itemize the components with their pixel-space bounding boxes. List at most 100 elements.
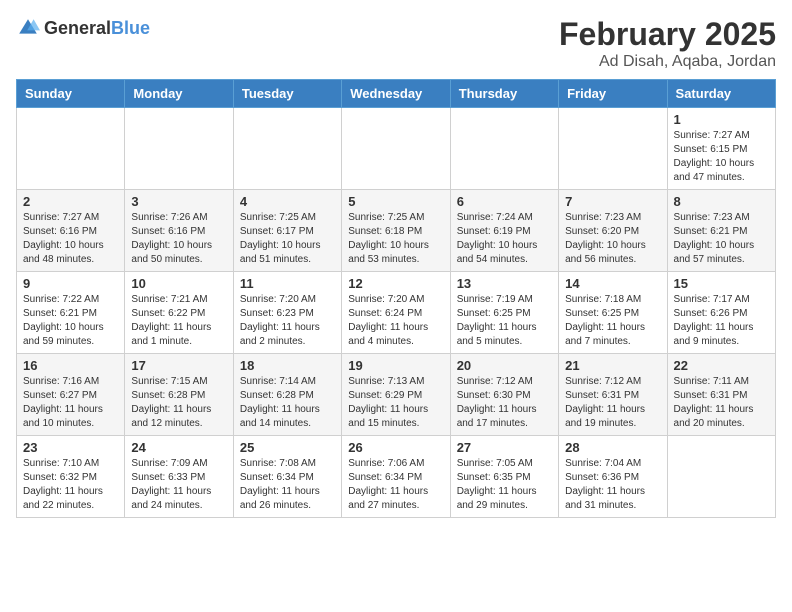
logo-icon: [16, 16, 40, 40]
day-info: Sunrise: 7:13 AM Sunset: 6:29 PM Dayligh…: [348, 375, 443, 431]
calendar-cell: [450, 108, 558, 190]
week-row-3: 9 Sunrise: 7:22 AM Sunset: 6:21 PM Daylig…: [17, 272, 776, 354]
day-info: Sunrise: 7:11 AM Sunset: 6:31 PM Dayligh…: [674, 375, 769, 431]
day-info: Sunrise: 7:14 AM Sunset: 6:28 PM Dayligh…: [240, 375, 335, 431]
calendar-cell: [667, 436, 775, 518]
day-number: 14: [565, 276, 660, 291]
calendar-cell: 7 Sunrise: 7:23 AM Sunset: 6:20 PM Daylig…: [559, 190, 667, 272]
day-number: 5: [348, 194, 443, 209]
day-info: Sunrise: 7:20 AM Sunset: 6:23 PM Dayligh…: [240, 293, 335, 349]
day-info: Sunrise: 7:24 AM Sunset: 6:19 PM Dayligh…: [457, 211, 552, 267]
day-info: Sunrise: 7:16 AM Sunset: 6:27 PM Dayligh…: [23, 375, 118, 431]
calendar-cell: 21Sunrise: 7:12 AM Sunset: 6:31 PM Dayli…: [559, 354, 667, 436]
calendar-cell: 24 Sunrise: 7:09 AM Sunset: 6:33 PM Dayli…: [125, 436, 233, 518]
day-info: Sunrise: 7:10 AM Sunset: 6:32 PM Dayligh…: [23, 457, 118, 513]
day-info: Sunrise: 7:08 AM Sunset: 6:34 PM Dayligh…: [240, 457, 335, 513]
day-info: Sunrise: 7:21 AM Sunset: 6:22 PM Dayligh…: [131, 293, 226, 349]
weekday-header-tuesday: Tuesday: [233, 80, 341, 108]
logo: GeneralBlue: [16, 16, 150, 40]
logo-blue: Blue: [111, 18, 150, 38]
location-title: Ad Disah, Aqaba, Jordan: [559, 53, 776, 71]
day-number: 16: [23, 358, 118, 373]
calendar-cell: 28 Sunrise: 7:04 AM Sunset: 6:36 PM Dayli…: [559, 436, 667, 518]
day-number: 28: [565, 440, 660, 455]
calendar-cell: 12 Sunrise: 7:20 AM Sunset: 6:24 PM Dayli…: [342, 272, 450, 354]
calendar-cell: 5 Sunrise: 7:25 AM Sunset: 6:18 PM Daylig…: [342, 190, 450, 272]
day-number: 15: [674, 276, 769, 291]
day-number: 1: [674, 112, 769, 127]
weekday-header-monday: Monday: [125, 80, 233, 108]
page-header: GeneralBlue February 2025 Ad Disah, Aqab…: [16, 16, 776, 71]
day-info: Sunrise: 7:12 AM Sunset: 6:31 PM Dayligh…: [565, 375, 660, 431]
day-number: 2: [23, 194, 118, 209]
day-number: 6: [457, 194, 552, 209]
calendar-cell: 20Sunrise: 7:12 AM Sunset: 6:30 PM Dayli…: [450, 354, 558, 436]
calendar-cell: 11 Sunrise: 7:20 AM Sunset: 6:23 PM Dayli…: [233, 272, 341, 354]
logo-general: General: [44, 18, 111, 38]
calendar-cell: 1Sunrise: 7:27 AM Sunset: 6:15 PM Daylig…: [667, 108, 775, 190]
calendar-cell: 16 Sunrise: 7:16 AM Sunset: 6:27 PM Dayli…: [17, 354, 125, 436]
week-row-5: 23Sunrise: 7:10 AM Sunset: 6:32 PM Dayli…: [17, 436, 776, 518]
weekday-header-thursday: Thursday: [450, 80, 558, 108]
weekday-header-sunday: Sunday: [17, 80, 125, 108]
calendar-cell: [233, 108, 341, 190]
calendar-cell: 19 Sunrise: 7:13 AM Sunset: 6:29 PM Dayli…: [342, 354, 450, 436]
calendar-cell: [342, 108, 450, 190]
calendar-cell: [125, 108, 233, 190]
day-info: Sunrise: 7:17 AM Sunset: 6:26 PM Dayligh…: [674, 293, 769, 349]
day-info: Sunrise: 7:06 AM Sunset: 6:34 PM Dayligh…: [348, 457, 443, 513]
calendar-cell: 2 Sunrise: 7:27 AM Sunset: 6:16 PM Daylig…: [17, 190, 125, 272]
day-number: 3: [131, 194, 226, 209]
calendar-table: SundayMondayTuesdayWednesdayThursdayFrid…: [16, 79, 776, 518]
day-info: Sunrise: 7:12 AM Sunset: 6:30 PM Dayligh…: [457, 375, 552, 431]
day-info: Sunrise: 7:23 AM Sunset: 6:21 PM Dayligh…: [674, 211, 769, 267]
day-info: Sunrise: 7:05 AM Sunset: 6:35 PM Dayligh…: [457, 457, 552, 513]
day-info: Sunrise: 7:25 AM Sunset: 6:18 PM Dayligh…: [348, 211, 443, 267]
calendar-cell: 22 Sunrise: 7:11 AM Sunset: 6:31 PM Dayli…: [667, 354, 775, 436]
day-number: 4: [240, 194, 335, 209]
day-info: Sunrise: 7:25 AM Sunset: 6:17 PM Dayligh…: [240, 211, 335, 267]
day-info: Sunrise: 7:18 AM Sunset: 6:25 PM Dayligh…: [565, 293, 660, 349]
day-number: 10: [131, 276, 226, 291]
day-number: 13: [457, 276, 552, 291]
day-info: Sunrise: 7:22 AM Sunset: 6:21 PM Dayligh…: [23, 293, 118, 349]
day-info: Sunrise: 7:19 AM Sunset: 6:25 PM Dayligh…: [457, 293, 552, 349]
day-info: Sunrise: 7:04 AM Sunset: 6:36 PM Dayligh…: [565, 457, 660, 513]
calendar-cell: 25 Sunrise: 7:08 AM Sunset: 6:34 PM Dayli…: [233, 436, 341, 518]
calendar-cell: 14 Sunrise: 7:18 AM Sunset: 6:25 PM Dayli…: [559, 272, 667, 354]
calendar-cell: 8Sunrise: 7:23 AM Sunset: 6:21 PM Daylig…: [667, 190, 775, 272]
day-number: 25: [240, 440, 335, 455]
week-row-4: 16 Sunrise: 7:16 AM Sunset: 6:27 PM Dayli…: [17, 354, 776, 436]
calendar-cell: 18 Sunrise: 7:14 AM Sunset: 6:28 PM Dayli…: [233, 354, 341, 436]
calendar-cell: 10 Sunrise: 7:21 AM Sunset: 6:22 PM Dayli…: [125, 272, 233, 354]
day-number: 9: [23, 276, 118, 291]
day-info: Sunrise: 7:15 AM Sunset: 6:28 PM Dayligh…: [131, 375, 226, 431]
calendar-cell: 6 Sunrise: 7:24 AM Sunset: 6:19 PM Daylig…: [450, 190, 558, 272]
calendar-cell: 27 Sunrise: 7:05 AM Sunset: 6:35 PM Dayli…: [450, 436, 558, 518]
weekday-header-friday: Friday: [559, 80, 667, 108]
calendar-cell: [17, 108, 125, 190]
day-info: Sunrise: 7:27 AM Sunset: 6:16 PM Dayligh…: [23, 211, 118, 267]
calendar-cell: 13 Sunrise: 7:19 AM Sunset: 6:25 PM Dayli…: [450, 272, 558, 354]
day-number: 18: [240, 358, 335, 373]
day-number: 12: [348, 276, 443, 291]
calendar-cell: 26 Sunrise: 7:06 AM Sunset: 6:34 PM Dayli…: [342, 436, 450, 518]
day-number: 19: [348, 358, 443, 373]
day-number: 26: [348, 440, 443, 455]
calendar-cell: [559, 108, 667, 190]
month-title: February 2025: [559, 16, 776, 53]
calendar-cell: 23Sunrise: 7:10 AM Sunset: 6:32 PM Dayli…: [17, 436, 125, 518]
day-number: 7: [565, 194, 660, 209]
week-row-1: 1Sunrise: 7:27 AM Sunset: 6:15 PM Daylig…: [17, 108, 776, 190]
week-row-2: 2 Sunrise: 7:27 AM Sunset: 6:16 PM Daylig…: [17, 190, 776, 272]
day-number: 27: [457, 440, 552, 455]
day-info: Sunrise: 7:20 AM Sunset: 6:24 PM Dayligh…: [348, 293, 443, 349]
day-number: 24: [131, 440, 226, 455]
calendar-cell: 17 Sunrise: 7:15 AM Sunset: 6:28 PM Dayli…: [125, 354, 233, 436]
day-number: 17: [131, 358, 226, 373]
day-info: Sunrise: 7:23 AM Sunset: 6:20 PM Dayligh…: [565, 211, 660, 267]
day-info: Sunrise: 7:09 AM Sunset: 6:33 PM Dayligh…: [131, 457, 226, 513]
day-number: 11: [240, 276, 335, 291]
day-info: Sunrise: 7:26 AM Sunset: 6:16 PM Dayligh…: [131, 211, 226, 267]
day-number: 22: [674, 358, 769, 373]
